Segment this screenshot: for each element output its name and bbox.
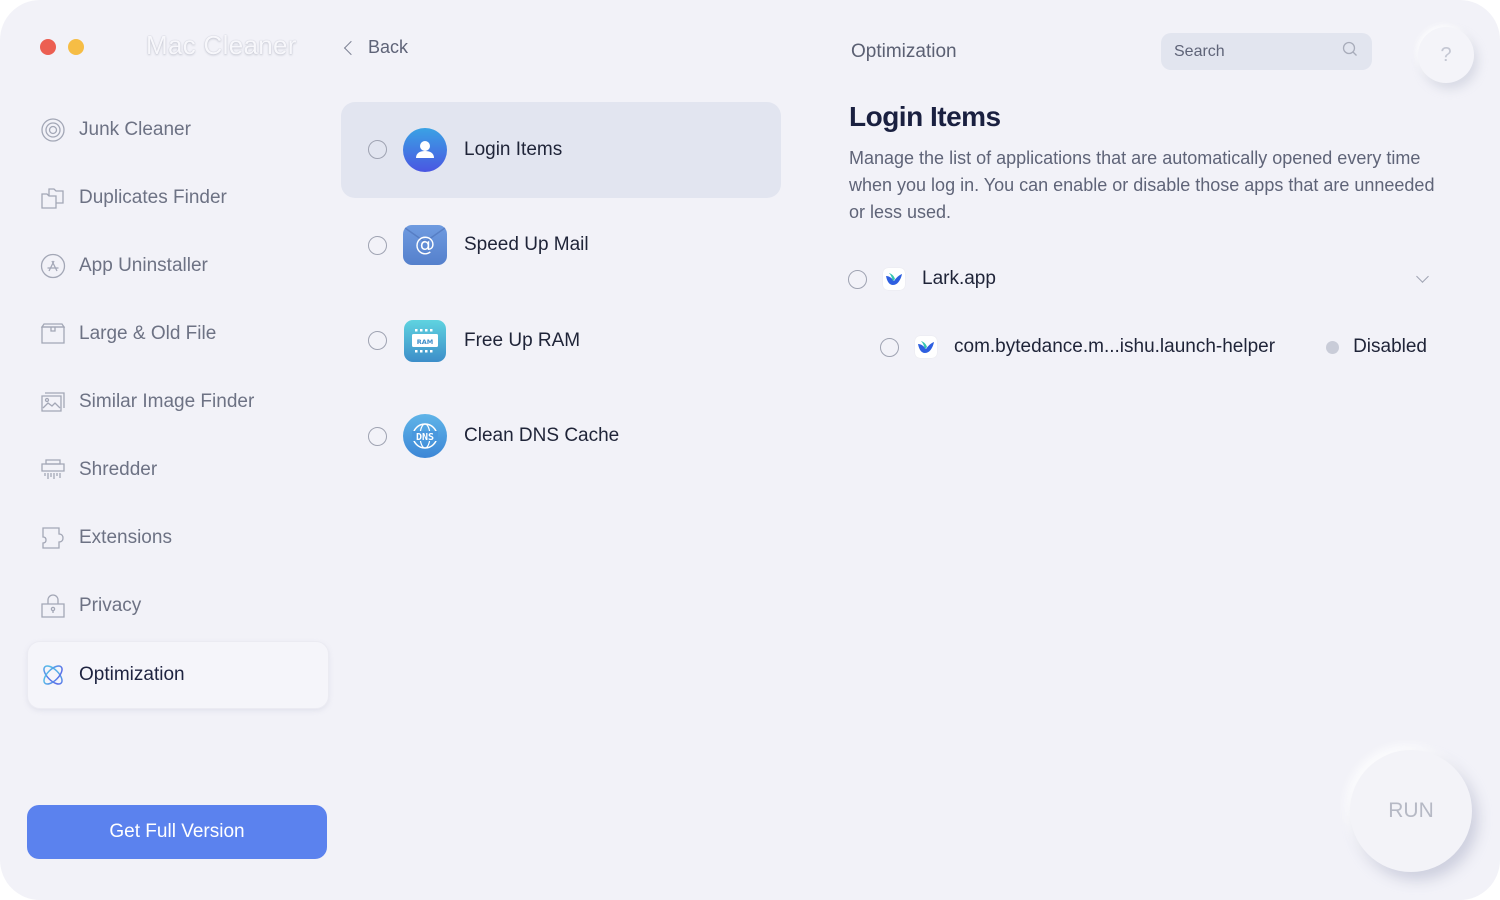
sidebar: Junk Cleaner Duplicates Finder App Unins… <box>28 96 328 708</box>
sidebar-item-junk-cleaner[interactable]: Junk Cleaner <box>28 96 328 164</box>
sidebar-item-optimization[interactable]: Optimization <box>28 642 328 708</box>
chevron-left-icon <box>343 40 359 55</box>
duplicate-folders-icon <box>40 185 66 211</box>
section-title: Optimization <box>851 41 957 62</box>
mail-icon: @ <box>403 223 447 267</box>
ram-icon: RAM <box>403 319 447 363</box>
tool-item-clean-dns-cache[interactable]: DNS Clean DNS Cache <box>341 389 781 485</box>
atom-icon <box>40 662 66 688</box>
optimization-tools-list: Login Items @ Speed Up Mail RAM Free Up … <box>341 102 781 484</box>
sidebar-item-large-old-file[interactable]: Large & Old File <box>28 300 328 368</box>
chevron-down-icon[interactable] <box>1416 270 1429 283</box>
back-label: Back <box>368 37 409 57</box>
app-window: Mac Cleaner Back Junk Cleaner Duplicates… <box>0 0 1500 900</box>
help-button[interactable]: ? <box>1418 27 1474 83</box>
tool-label: Speed Up Mail <box>464 234 589 256</box>
app-title: Mac Cleaner <box>146 30 297 60</box>
lock-icon <box>40 593 66 619</box>
close-window-button[interactable] <box>40 39 56 55</box>
search-icon[interactable] <box>1342 41 1358 62</box>
sidebar-item-similar-image-finder[interactable]: Similar Image Finder <box>28 368 328 436</box>
page-description: Manage the list of applications that are… <box>849 148 1435 222</box>
tool-radio[interactable] <box>368 235 387 255</box>
sidebar-item-label: Similar Image Finder <box>79 391 255 412</box>
app-radio[interactable] <box>848 269 867 289</box>
user-icon <box>403 127 447 172</box>
status-indicator: Disabled <box>1326 336 1427 358</box>
tool-label: Login Items <box>464 138 563 160</box>
search-box[interactable] <box>1161 33 1372 70</box>
back-button[interactable]: Back <box>342 37 408 58</box>
sidebar-item-privacy[interactable]: Privacy <box>28 572 328 640</box>
sidebar-item-label: Shredder <box>79 459 158 480</box>
lark-icon <box>915 336 937 358</box>
login-app-row[interactable]: Lark.app <box>848 268 1433 290</box>
status-dot <box>1326 340 1340 354</box>
status-text: Disabled <box>1353 336 1427 357</box>
tool-label: Clean DNS Cache <box>464 425 620 447</box>
box-icon <box>40 321 66 347</box>
dns-icon-text: DNS <box>416 432 434 443</box>
item-radio[interactable] <box>880 337 899 357</box>
sidebar-item-label: Optimization <box>79 664 185 685</box>
page-title: Login Items <box>849 101 1001 132</box>
shredder-icon <box>40 457 66 483</box>
dns-icon: DNS <box>403 414 447 459</box>
sidebar-item-label: Large & Old File <box>79 323 217 344</box>
lark-icon <box>883 268 905 290</box>
run-button[interactable]: RUN <box>1350 750 1472 872</box>
sidebar-item-label: Junk Cleaner <box>79 119 191 140</box>
tool-radio[interactable] <box>368 331 387 351</box>
minimize-window-button[interactable] <box>68 39 84 55</box>
image-icon <box>40 389 66 415</box>
target-icon <box>40 117 66 143</box>
tool-radio[interactable] <box>368 140 387 160</box>
login-item-row[interactable]: com.bytedance.m...ishu.launch-helper Dis… <box>880 336 1430 358</box>
tool-radio[interactable] <box>368 426 387 446</box>
sidebar-item-label: Privacy <box>79 595 142 616</box>
tool-label: Free Up RAM <box>464 329 581 351</box>
item-name: com.bytedance.m...ishu.launch-helper <box>954 336 1276 357</box>
puzzle-icon <box>40 525 66 551</box>
sidebar-item-label: Duplicates Finder <box>79 187 227 208</box>
app-store-icon <box>40 253 66 279</box>
tool-item-free-up-ram[interactable]: RAM Free Up RAM <box>341 293 781 389</box>
sidebar-item-duplicates-finder[interactable]: Duplicates Finder <box>28 164 328 232</box>
sidebar-item-label: App Uninstaller <box>79 255 208 276</box>
search-input[interactable] <box>1174 42 1324 61</box>
ram-icon-text: RAM <box>417 338 434 346</box>
get-full-version-button[interactable]: Get Full Version <box>27 805 327 859</box>
sidebar-item-app-uninstaller[interactable]: App Uninstaller <box>28 232 328 300</box>
svg-text:@: @ <box>415 232 435 256</box>
tool-item-speed-up-mail[interactable]: @ Speed Up Mail <box>341 198 781 294</box>
app-name: Lark.app <box>922 268 996 289</box>
sidebar-item-label: Extensions <box>79 527 172 548</box>
sidebar-item-shredder[interactable]: Shredder <box>28 436 328 504</box>
tool-item-login-items[interactable]: Login Items <box>341 102 781 198</box>
sidebar-item-extensions[interactable]: Extensions <box>28 504 328 572</box>
